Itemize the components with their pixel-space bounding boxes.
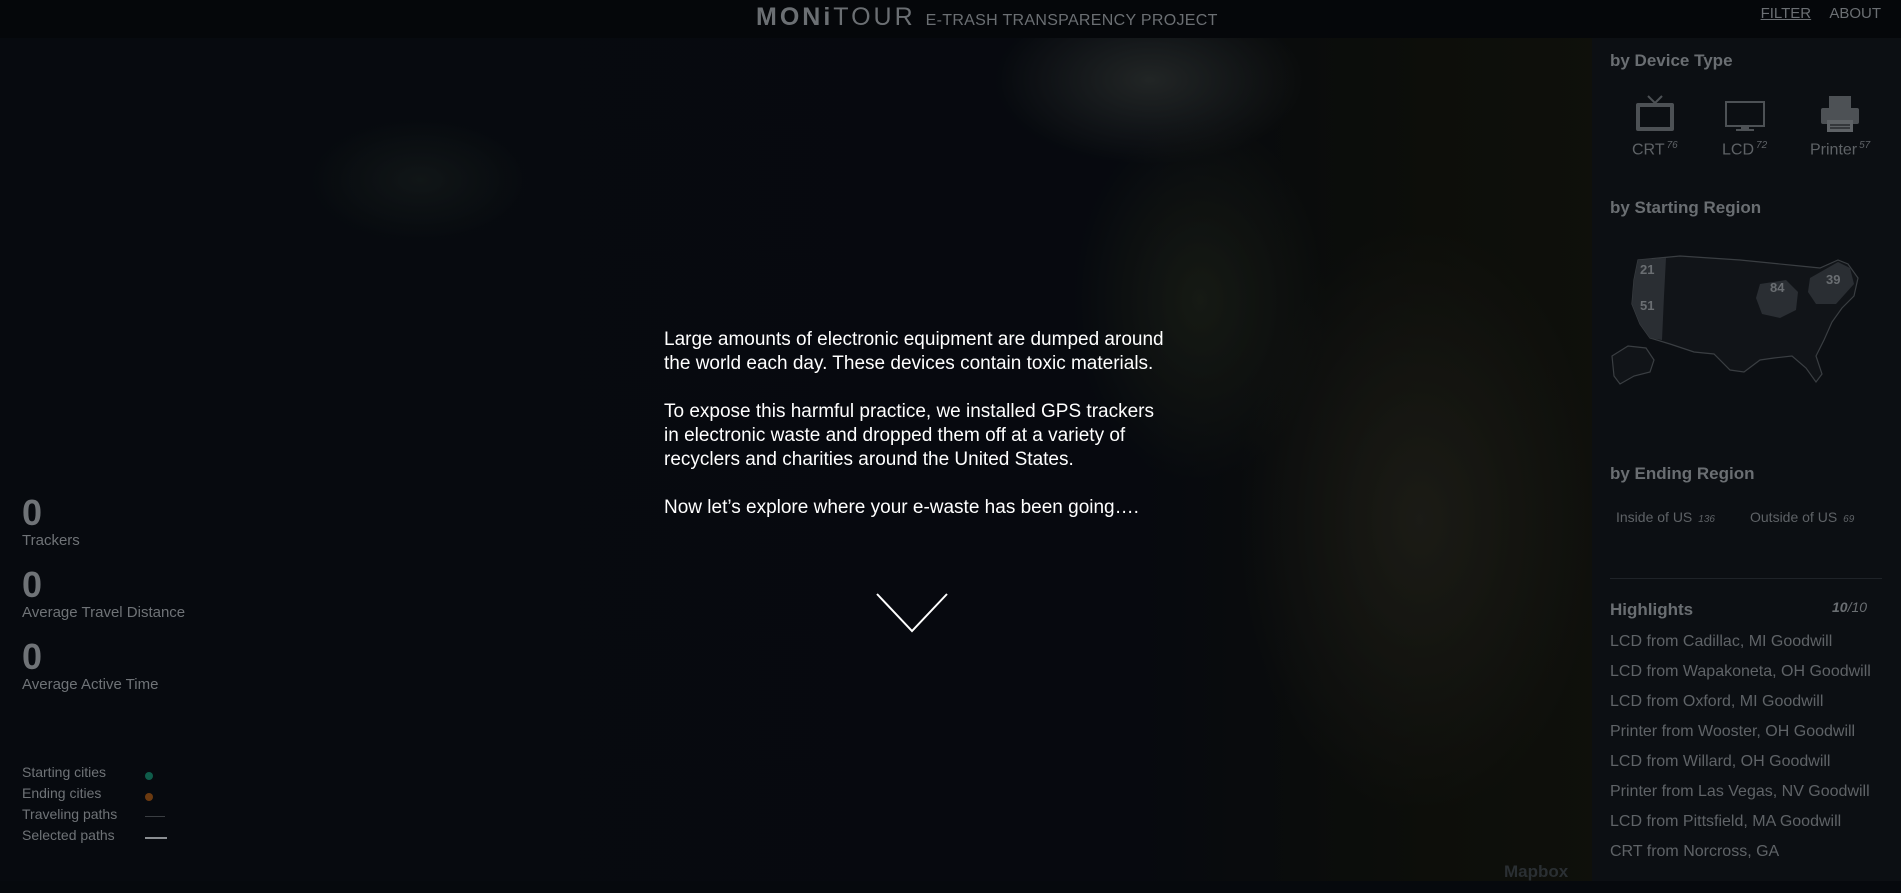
orange-dot-icon <box>145 793 153 801</box>
top-nav: FILTER ABOUT <box>1747 5 1881 22</box>
top-bar: MONiTOUR E-TRASH TRANSPARENCY PROJECT FI… <box>0 0 1901 38</box>
distance-stat: 0 Average Travel Distance <box>22 566 185 622</box>
intro-text: Large amounts of electronic equipment ar… <box>664 328 1164 544</box>
trackers-stat: 0 Trackers <box>22 494 80 550</box>
brand-logo: MONiTOUR <box>756 3 916 31</box>
distance-label: Average Travel Distance <box>22 604 186 621</box>
green-dot-icon <box>145 772 153 780</box>
highlight-item[interactable]: LCD from Wapakoneta, OH Goodwill <box>1610 661 1895 691</box>
time-stat: 0 Average Active Time <box>22 638 158 694</box>
highlight-item[interactable]: LCD from Pittsfield, MA Goodwill <box>1610 811 1895 841</box>
highlight-item[interactable]: Printer from Wooster, OH Goodwill <box>1610 721 1895 751</box>
highlight-item[interactable]: Printer from Las Vegas, NV Goodwill <box>1610 781 1895 811</box>
ending-region-title: by Ending Region <box>1610 464 1755 483</box>
mapbox-logo[interactable]: Mapbox <box>1504 862 1568 882</box>
time-label: Average Active Time <box>22 676 159 693</box>
highlights-count: 10/10 <box>1832 599 1868 615</box>
highlights-title: Highlights <box>1610 600 1694 619</box>
ending-inside-us[interactable]: Inside of US 136 <box>1616 509 1715 525</box>
legend-traveling-paths: Traveling paths <box>22 806 172 827</box>
highlight-item[interactable]: LCD from Oxford, MI Goodwill <box>1610 691 1895 721</box>
monitor-icon <box>1724 101 1765 131</box>
starting-region-title: by Starting Region <box>1610 198 1762 217</box>
ending-outside-us[interactable]: Outside of US 69 <box>1750 509 1854 525</box>
thick-line-icon <box>145 837 167 839</box>
device-type-title: by Device Type <box>1610 51 1733 70</box>
about-link[interactable]: ABOUT <box>1829 5 1881 22</box>
legend-ending-cities: Ending cities <box>22 785 172 806</box>
intro-paragraph-1: Large amounts of electronic equipment ar… <box>664 329 1164 374</box>
brand: MONiTOUR E-TRASH TRANSPARENCY PROJECT <box>756 3 1218 33</box>
device-lcd[interactable]: LCD 72 <box>1722 94 1767 159</box>
legend-starting-cities: Starting cities <box>22 764 172 785</box>
brand-subtitle: E-TRASH TRANSPARENCY PROJECT <box>925 12 1218 29</box>
region-value-1: 21 <box>1640 262 1654 277</box>
legend-selected-paths: Selected paths <box>22 827 172 848</box>
time-value: 0 <box>22 636 43 677</box>
printer-icon <box>1821 96 1860 132</box>
distance-value: 0 <box>22 564 43 605</box>
intro-paragraph-3: Now let’s explore where your e-waste has… <box>664 497 1139 518</box>
panel-divider <box>1610 578 1882 579</box>
highlight-item[interactable]: CRT from Norcross, GA <box>1610 841 1895 871</box>
trackers-value: 0 <box>22 492 43 533</box>
map-legend: Starting cities Ending cities Traveling … <box>22 764 172 848</box>
chevron-down-icon[interactable] <box>876 593 948 633</box>
highlight-item[interactable]: LCD from Willard, OH Goodwill <box>1610 751 1895 781</box>
device-printer[interactable]: Printer 57 <box>1810 94 1870 159</box>
filter-panel: by Device Type CRT 76 LCD 72 Printer 57 by … <box>1592 38 1901 881</box>
highlights-list[interactable]: LCD from Cadillac, MI Goodwill LCD from … <box>1610 631 1895 893</box>
region-value-3: 84 <box>1770 280 1785 295</box>
filter-link[interactable]: FILTER <box>1761 5 1812 22</box>
highlight-item[interactable]: LCD from Cadillac, MI Goodwill <box>1610 631 1895 661</box>
trackers-label: Trackers <box>22 532 80 549</box>
device-crt[interactable]: CRT 76 <box>1632 94 1678 159</box>
region-value-2: 51 <box>1640 298 1654 313</box>
region-value-4: 39 <box>1826 272 1840 287</box>
thin-line-icon <box>145 816 165 817</box>
intro-paragraph-2: To expose this harmful practice, we inst… <box>664 401 1154 470</box>
tv-icon <box>1635 95 1674 131</box>
us-region-map: 21 51 84 39 <box>1611 255 1859 385</box>
